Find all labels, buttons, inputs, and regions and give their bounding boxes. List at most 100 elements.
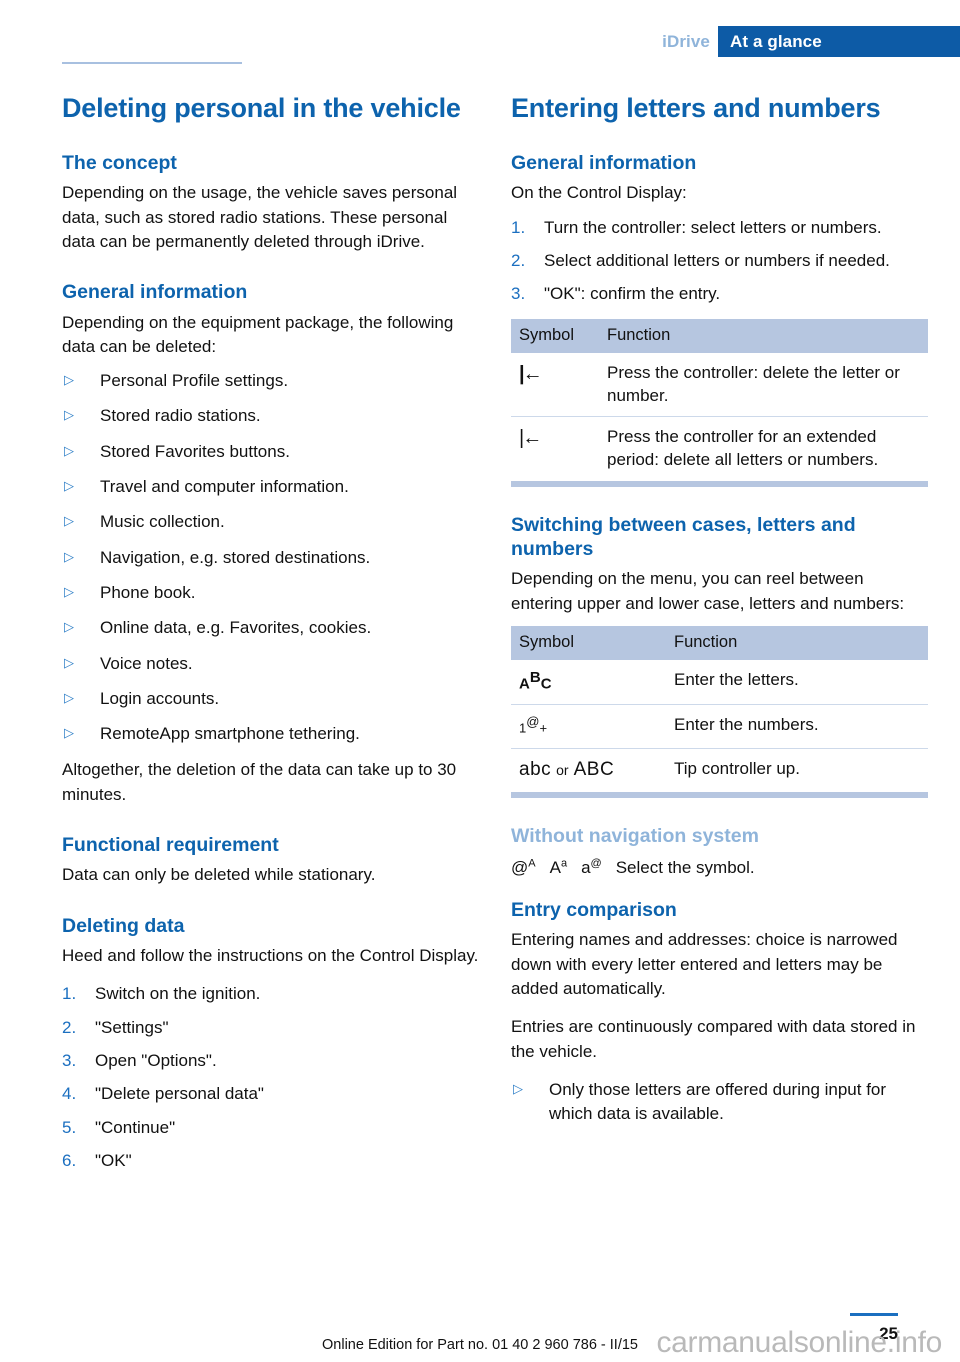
list-item-label: Phone book. — [100, 582, 196, 602]
paragraph-control-display: On the Control Display: — [511, 183, 687, 203]
list-item-label: Navigation, e.g. stored destinations. — [100, 547, 371, 567]
page-footer: 25 Online Edition for Part no. 01 40 2 9… — [0, 1286, 960, 1362]
table-header-row: Symbol Function — [511, 625, 928, 660]
at-upper-main: @ — [511, 857, 529, 877]
heading-functional-requirement: Functional requirement — [62, 834, 279, 857]
list-item: ▷ Phone book. — [62, 581, 479, 605]
without-nav-symbol-row: @A Aa a@ Select the symbol. — [511, 855, 928, 881]
list-item: ▷ Online data, e.g. Favorites, cookies. — [62, 616, 479, 640]
table-cell-function: Press the controller for an extended per… — [599, 416, 928, 487]
step-number: 5. — [62, 1117, 77, 1137]
heading-entry-comparison: Entry comparison — [511, 899, 677, 921]
triangle-bullet-icon: ▷ — [64, 442, 74, 458]
step-label: "Continue" — [95, 1117, 176, 1137]
header-section-label: At a glance — [730, 32, 822, 51]
at-upper-sup: A — [528, 856, 536, 869]
list-item: 1. Turn the controller: select letters or… — [511, 216, 928, 240]
column-header-function: Function — [666, 625, 928, 660]
table-cell-function: Tip controller up. — [666, 748, 928, 799]
delete-all-icon: |← — [511, 416, 599, 487]
triangle-bullet-icon: ▷ — [64, 619, 74, 635]
paragraph-functional-requirement: Data can only be deleted while stationar… — [62, 865, 376, 885]
table-header-row: Symbol Function — [511, 318, 928, 353]
step-label: "OK": confirm the entry. — [544, 284, 721, 304]
page-body: Deleting personal in the vehicle The con… — [0, 92, 960, 1362]
triangle-bullet-icon: ▷ — [64, 583, 74, 599]
uppercase-glyph: ABC — [573, 759, 615, 781]
upper-lower-sup: a — [560, 856, 568, 869]
without-nav-instruction: Select the symbol. — [615, 857, 755, 877]
list-item: ▷ Stored radio stations. — [62, 404, 479, 428]
triangle-bullet-icon: ▷ — [64, 407, 74, 423]
list-item: ▷ Login accounts. — [62, 687, 479, 711]
list-item: ▷ Stored Favorites buttons. — [62, 440, 479, 464]
table-cell-function: Enter the numbers. — [666, 704, 928, 750]
list-item-label: Only those letters are offered during in… — [549, 1079, 887, 1124]
delete-character-glyph: |← — [519, 362, 543, 385]
lower-at-icon: a@ — [581, 857, 602, 877]
paragraph-deleting-data: Heed and follow the instructions on the … — [62, 946, 479, 966]
or-separator-label: or — [556, 762, 569, 779]
step-number: 4. — [62, 1084, 77, 1104]
heading-without-navigation-system: Without navigation system — [511, 825, 759, 848]
list-item: 2. Select additional letters or numbers i… — [511, 249, 928, 273]
list-item-label: Music collection. — [100, 512, 225, 532]
header-chapter-label: iDrive — [662, 32, 710, 51]
list-item: 5. "Continue" — [62, 1116, 479, 1140]
letters-abc-icon: ABC — [511, 659, 666, 706]
upper-lower-icon: Aa — [550, 856, 568, 877]
table-row: abc or ABC Tip controller up. — [511, 748, 928, 799]
footer-accent-rule — [850, 1313, 898, 1316]
table-cell-function: Enter the letters. — [666, 659, 928, 706]
site-watermark: carmanualsonline.info — [656, 1326, 942, 1359]
list-item: 4. "Delete personal data" — [62, 1082, 479, 1106]
at-upper-icon: @A — [511, 856, 536, 877]
triangle-bullet-icon: ▷ — [64, 372, 74, 388]
list-item: ▷ Only those letters are offered during i… — [511, 1078, 928, 1127]
right-page-title: Entering letters and numbers — [511, 93, 881, 123]
step-label: "Delete personal data" — [95, 1084, 264, 1104]
step-label: Select additional letters or numbers if … — [544, 250, 890, 270]
paragraph-entry-comparison-2: Entries are continuously compared with d… — [511, 1017, 916, 1061]
triangle-bullet-icon: ▷ — [513, 1080, 523, 1096]
paragraph-switching-cases: Depending on the menu, you can reel betw… — [511, 569, 905, 613]
entering-steps: 1. Turn the controller: select letters or… — [511, 216, 928, 307]
case-switch-symbol-table: Symbol Function ABC Enter the letters. 1… — [511, 625, 928, 799]
step-number: 2. — [62, 1017, 77, 1037]
list-item-label: Login accounts. — [100, 688, 220, 708]
list-item-label: RemoteApp smartphone tethering. — [100, 724, 360, 744]
list-item: 3. Open "Options". — [62, 1049, 479, 1073]
list-item-label: Personal Profile settings. — [100, 371, 289, 391]
entry-comparison-list: ▷ Only those letters are offered during i… — [511, 1078, 928, 1127]
paragraph-general-information-left: Depending on the equipment package, the … — [62, 312, 454, 356]
step-label: Turn the controller: select letters or n… — [544, 217, 882, 237]
list-item-label: Travel and computer information. — [100, 477, 349, 497]
left-page-title: Deleting personal in the vehicle — [62, 93, 461, 123]
step-number: 1. — [62, 984, 77, 1004]
table-cell-function: Press the controller: delete the letter … — [599, 352, 928, 418]
abc-glyph-tail: C — [540, 675, 552, 693]
heading-general-information-left: General information — [62, 281, 248, 304]
step-number: 1. — [511, 217, 526, 237]
delete-character-icon: |← — [511, 352, 599, 418]
heading-general-information-right: General information — [511, 151, 697, 174]
table-row: 1@+ Enter the numbers. — [511, 704, 928, 750]
column-header-function: Function — [599, 318, 928, 353]
step-label: "Settings" — [95, 1017, 169, 1037]
delete-all-glyph: |← — [519, 427, 542, 450]
deletable-data-list: ▷ Personal Profile settings. ▷ Stored radi… — [62, 369, 479, 746]
list-item: ▷ Voice notes. — [62, 652, 479, 676]
page-header: iDrive At a glance — [0, 0, 960, 64]
header-divider-rule — [62, 62, 242, 64]
step-label: Switch on the ignition. — [95, 984, 261, 1004]
triangle-bullet-icon: ▷ — [64, 725, 74, 741]
triangle-bullet-icon: ▷ — [64, 548, 74, 564]
list-item-label: Online data, e.g. Favorites, cookies. — [100, 618, 372, 638]
step-number: 6. — [62, 1150, 77, 1170]
right-column: Entering letters and numbers General inf… — [511, 92, 928, 1138]
paragraph-the-concept: Depending on the usage, the vehicle save… — [62, 183, 458, 251]
triangle-bullet-icon: ▷ — [64, 689, 74, 705]
list-item-label: Stored radio stations. — [100, 406, 261, 426]
list-item: 3. "OK": confirm the entry. — [511, 282, 928, 306]
column-header-symbol: Symbol — [511, 625, 666, 660]
